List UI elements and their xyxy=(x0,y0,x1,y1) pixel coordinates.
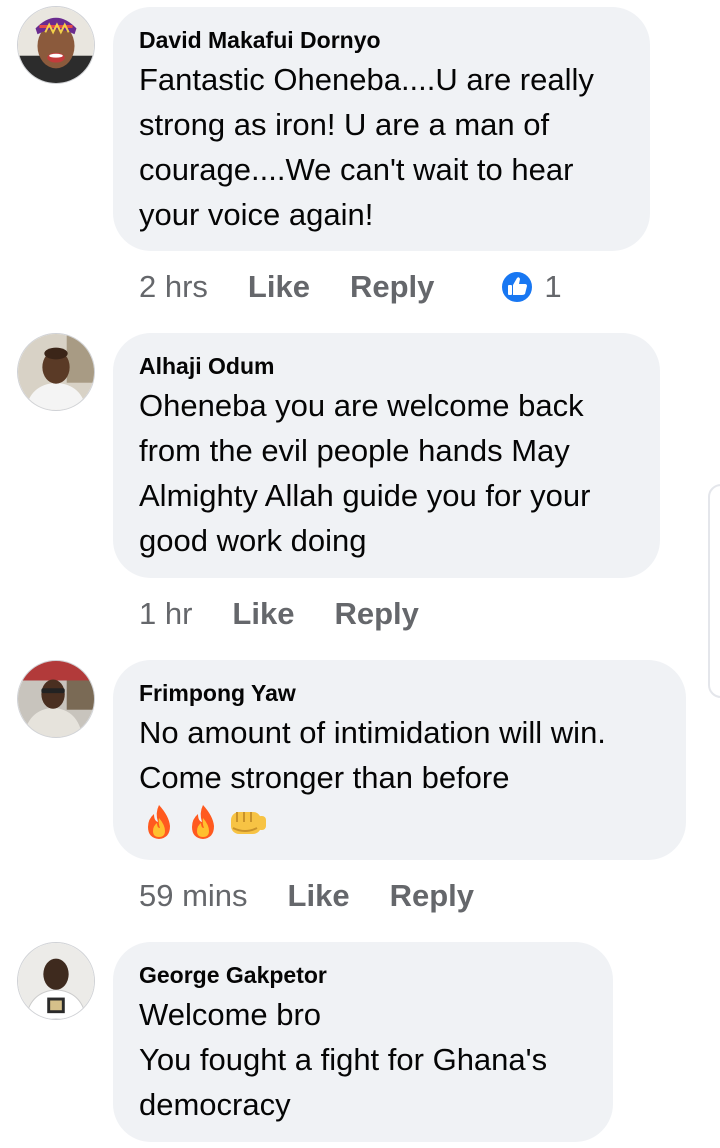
comment-text-line: Welcome bro xyxy=(139,997,322,1032)
comment-text-line: strong as iron! U are a man of xyxy=(139,107,550,142)
fire-emoji xyxy=(192,805,214,839)
avatar[interactable] xyxy=(17,333,95,411)
fist-emoji xyxy=(231,812,266,834)
comment-bubble: Frimpong Yaw No amount of intimidation w… xyxy=(113,660,686,860)
comment-text-line: democracy xyxy=(139,1087,291,1122)
side-panel-handle[interactable] xyxy=(708,484,720,698)
avatar-image-icon xyxy=(18,7,94,83)
comment-bubble: George Gakpetor Welcome bro You fought a… xyxy=(113,942,613,1142)
comment-actions: 59 mins Like Reply xyxy=(139,876,474,916)
avatar-image-icon xyxy=(18,334,94,410)
avatar-image-icon xyxy=(18,943,94,1019)
reaction-summary[interactable]: 1 xyxy=(500,269,562,305)
comment-text-line: Fantastic Oheneba....U are really xyxy=(139,62,594,97)
like-button[interactable]: Like xyxy=(248,269,310,305)
comment-bubble: David Makafui Dornyo Fantastic Oheneba..… xyxy=(113,7,650,251)
comment-bubble: Alhaji Odum Oheneba you are welcome back… xyxy=(113,333,660,578)
comment-actions: 2 hrs Like Reply 1 xyxy=(139,267,562,307)
fire-emoji xyxy=(148,805,170,839)
comment-text-line: Come stronger than before xyxy=(139,760,510,795)
comment-author[interactable]: Alhaji Odum xyxy=(139,353,634,379)
like-button[interactable]: Like xyxy=(288,878,350,914)
reply-button[interactable]: Reply xyxy=(334,596,418,632)
comment-author[interactable]: David Makafui Dornyo xyxy=(139,27,624,53)
comment-text-line: You fought a fight for Ghana's xyxy=(139,1042,548,1077)
comment-text-line: from the evil people hands May xyxy=(139,433,570,468)
reaction-count: 1 xyxy=(544,269,562,304)
comment-text-line: your voice again! xyxy=(139,197,374,232)
comment-timestamp[interactable]: 1 hr xyxy=(139,596,192,632)
thumbs-up-icon xyxy=(500,270,535,304)
avatar[interactable] xyxy=(17,660,95,738)
avatar[interactable] xyxy=(17,6,95,84)
comment-text-line: Oheneba you are welcome back xyxy=(139,388,584,423)
comment-text-line: courage....We can't wait to hear xyxy=(139,152,574,187)
comment-text-line: No amount of intimidation will win. xyxy=(139,715,606,750)
comment-actions: 1 hr Like Reply xyxy=(139,594,419,634)
reply-button[interactable]: Reply xyxy=(390,878,474,914)
comment-timestamp[interactable]: 59 mins xyxy=(139,878,248,914)
emoji-row xyxy=(139,800,660,844)
avatar[interactable] xyxy=(17,942,95,1020)
like-button[interactable]: Like xyxy=(232,596,294,632)
reply-button[interactable]: Reply xyxy=(350,269,434,305)
avatar-image-icon xyxy=(18,661,94,737)
comment-author[interactable]: Frimpong Yaw xyxy=(139,680,660,706)
comment-author[interactable]: George Gakpetor xyxy=(139,962,587,988)
comment-text-line: Almighty Allah guide you for your xyxy=(139,478,591,513)
comment-text-line: good work doing xyxy=(139,523,367,558)
comment-timestamp[interactable]: 2 hrs xyxy=(139,269,208,305)
